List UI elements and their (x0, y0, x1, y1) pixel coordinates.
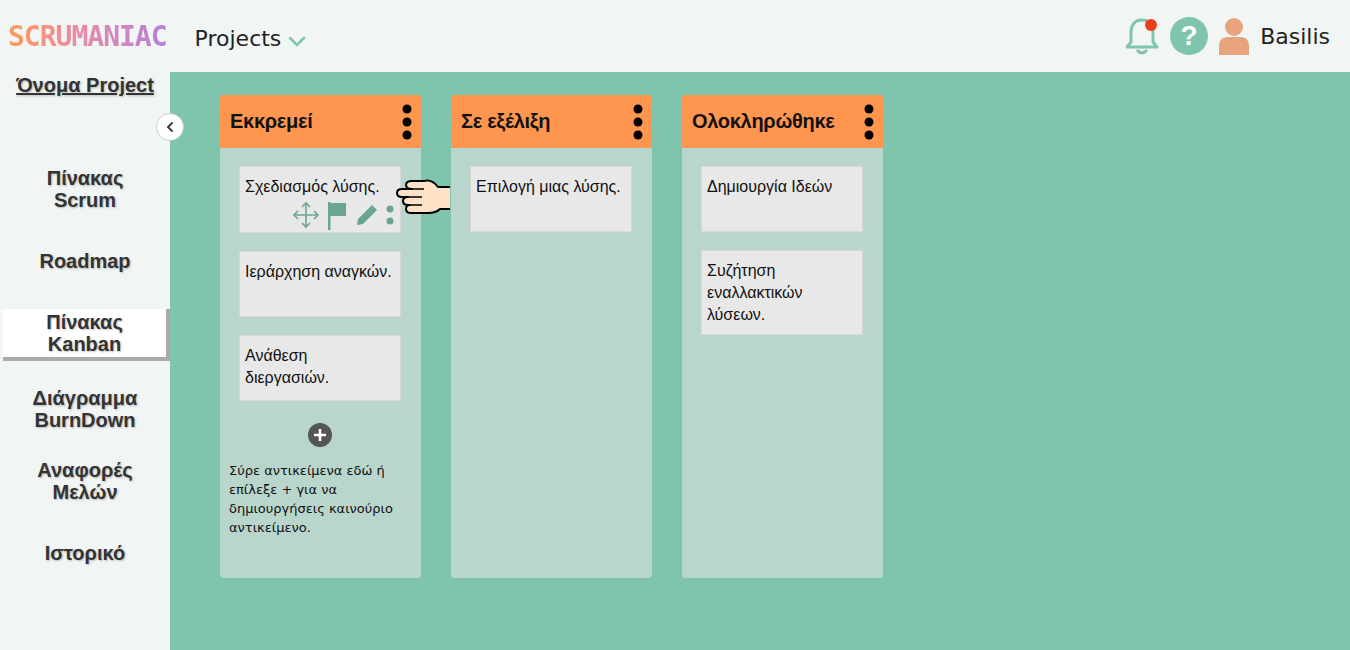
column-body: Δημιουργία Ιδεών Συζήτηση εναλλακτικών λύ… (682, 148, 883, 578)
sidebar-nav: Πίνακας Scrum Roadmap Πίνακας Kanban Διάγρα… (0, 165, 170, 577)
sidebar: Όνομα ProjectΠίνακας ScrumRoadmapΠίνακας… (0, 72, 170, 650)
add-card-button[interactable] (239, 423, 401, 447)
column-header: Ολοκληρώθηκε (682, 95, 883, 148)
more-icon[interactable] (385, 203, 395, 227)
logo[interactable]: SCRUMANIAC (8, 20, 167, 53)
plus-icon (308, 423, 332, 447)
task-card[interactable]: Επιλογή μιας λύσης. (470, 166, 632, 232)
column-header: Εκκρεμεί (220, 95, 421, 148)
more-icon[interactable] (863, 103, 875, 141)
top-bar: SCRUMANIAC Projects? Basilis (0, 0, 1350, 72)
more-icon[interactable] (401, 103, 413, 141)
task-card[interactable]: Ιεράρχηση αναγκών. (239, 251, 401, 317)
user-area: ? Basilis (1124, 15, 1330, 57)
column-body: Σχεδιασμός λύσης. Ιεράρχηση αναγκών. Ανάθε… (220, 148, 421, 578)
move-icon[interactable] (291, 200, 321, 230)
user-name[interactable]: Basilis (1260, 24, 1330, 49)
chevron-down-icon (287, 34, 307, 48)
project-name[interactable]: Όνομα Project (0, 74, 170, 97)
page: SCRUMANIAC Projects? Basilis Όνομα Project Π… (0, 0, 1350, 650)
body: Όνομα ProjectΠίνακας ScrumRoadmapΠίνακας… (0, 72, 1350, 650)
column-title: Ολοκληρώθηκε (692, 110, 834, 133)
task-card[interactable]: Ανάθεση διεργασιών. (239, 335, 401, 401)
column-title: Εκκρεμεί (230, 110, 312, 133)
card-actions (245, 200, 395, 230)
notifications-button[interactable] (1124, 15, 1160, 57)
sidebar-item[interactable]: Πίνακας Kanban (3, 309, 170, 361)
kanban-column: Σε εξέλιξη Επιλογή μιας λύσης. (451, 95, 652, 578)
projects-menu[interactable]: Projects (195, 22, 308, 51)
more-icon[interactable] (632, 103, 644, 141)
pencil-icon[interactable] (353, 201, 381, 229)
drop-hint: Σύρε αντικείμενα εδώ ή επίλεξε + για να … (229, 461, 401, 537)
sidebar-item[interactable]: Ιστορικό (0, 529, 170, 577)
flag-icon[interactable] (325, 200, 349, 230)
kanban-column: Ολοκληρώθηκε Δημιουργία Ιδεών Συζήτηση ενα… (682, 95, 883, 578)
user-icon[interactable] (1218, 16, 1250, 56)
task-card[interactable]: Δημιουργία Ιδεών (701, 166, 863, 232)
sidebar-item[interactable]: Πίνακας Scrum (0, 165, 170, 213)
collapse-button[interactable] (156, 113, 184, 141)
column-title: Σε εξέλιξη (461, 110, 550, 133)
column-body: Επιλογή μιας λύσης. (451, 148, 652, 578)
sidebar-item[interactable]: Αναφορές Μελών (0, 457, 170, 505)
kanban-board: Εκκρεμεί Σχεδιασμός λύσης. Ιεράρχηση αναγκ… (170, 72, 1350, 650)
kanban-column: Εκκρεμεί Σχεδιασμός λύσης. Ιεράρχηση αναγκ… (220, 95, 421, 578)
help-button[interactable]: ? (1170, 17, 1208, 55)
hand-cursor-icon (394, 175, 452, 223)
sidebar-item[interactable]: Roadmap (0, 237, 170, 285)
notification-dot (1145, 19, 1157, 31)
task-card[interactable]: Σχεδιασμός λύσης. (239, 166, 401, 233)
chevron-left-icon (164, 121, 176, 133)
sidebar-item[interactable]: Διάγραμμα BurnDown (0, 385, 170, 433)
task-card[interactable]: Συζήτηση εναλλακτικών λύσεων. (701, 250, 863, 335)
column-header: Σε εξέλιξη (451, 95, 652, 148)
